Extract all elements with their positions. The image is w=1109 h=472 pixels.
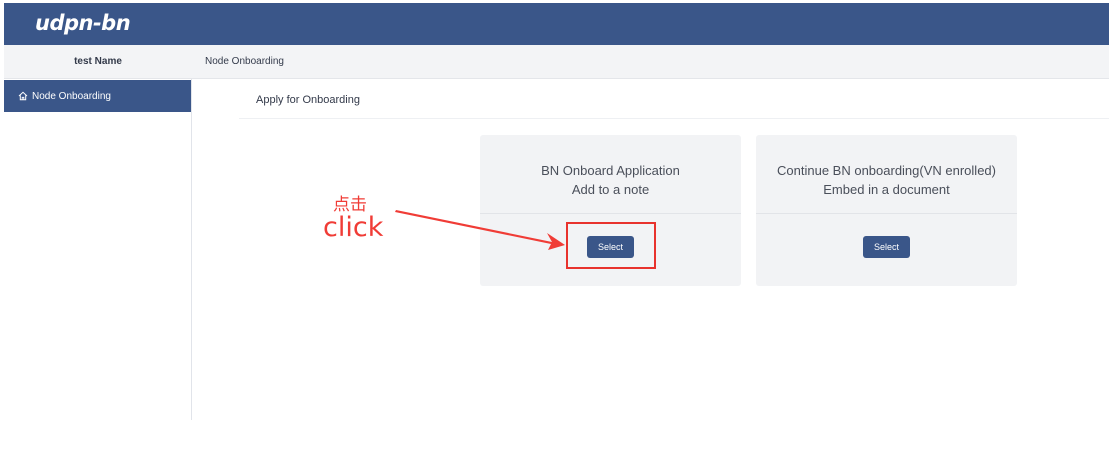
highlight-box <box>566 222 656 269</box>
app-logo[interactable]: udpn-bn <box>35 11 131 35</box>
card-header: BN Onboard Application Add to a note <box>480 135 741 214</box>
home-icon <box>18 91 28 101</box>
breadcrumb-bar: Node Onboarding <box>192 45 1109 79</box>
section-title: Apply for Onboarding <box>256 94 360 106</box>
card-continue-bn-onboarding: Continue BN onboarding(VN enrolled) Embe… <box>756 135 1017 286</box>
app-window: udpn-bn test Name Node Onboarding Node O… <box>0 0 1109 472</box>
annotation-label-en: click <box>323 212 384 243</box>
card-subtitle: Add to a note <box>571 182 650 197</box>
card-title: BN Onboard Application <box>541 163 680 178</box>
sidebar-item-label: Node Onboarding <box>32 90 111 102</box>
card-subtitle: Embed in a document <box>823 182 950 197</box>
user-name: test Name <box>4 45 192 79</box>
select-button[interactable]: Select <box>863 236 910 258</box>
top-header-bar: udpn-bn <box>4 3 1109 45</box>
card-title: Continue BN onboarding(VN enrolled) <box>777 163 996 178</box>
breadcrumb: Node Onboarding <box>205 56 284 67</box>
sidebar: test Name Node Onboarding <box>4 45 192 420</box>
section-header: Apply for Onboarding <box>239 80 1109 119</box>
sidebar-item-node-onboarding[interactable]: Node Onboarding <box>4 80 191 112</box>
card-header: Continue BN onboarding(VN enrolled) Embe… <box>756 135 1017 214</box>
